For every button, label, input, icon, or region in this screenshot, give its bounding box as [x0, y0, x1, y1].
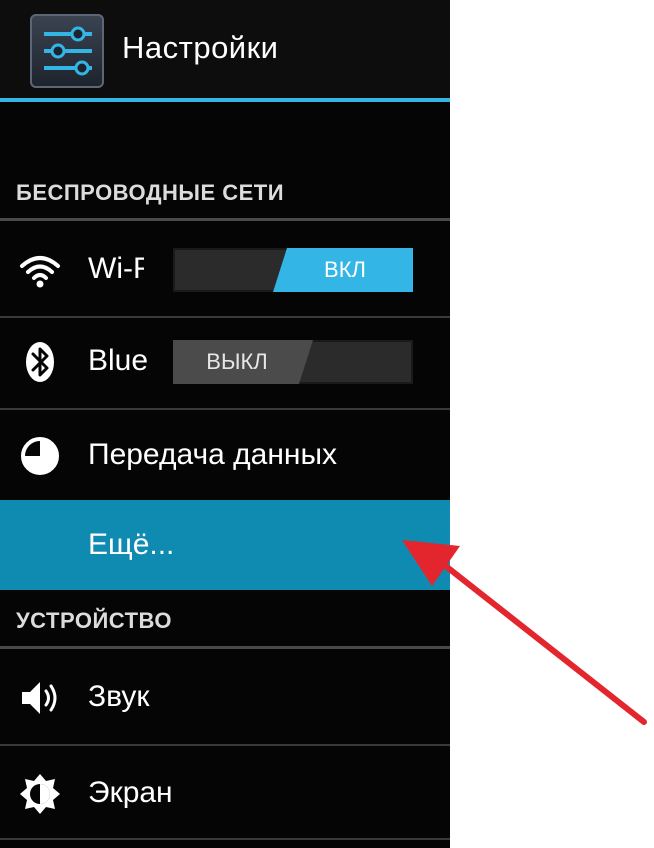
action-bar-divider	[0, 98, 450, 102]
section-header-device: УСТРОЙСТВО	[16, 608, 173, 633]
brightness-icon	[18, 772, 62, 816]
more-label: Ещё...	[88, 528, 175, 561]
section-divider	[0, 218, 450, 221]
divider	[0, 838, 450, 840]
wifi-label: Wi-Fi	[88, 252, 144, 285]
list-item-bluetooth[interactable]: Bluetooth ВЫКЛ	[0, 318, 450, 410]
action-bar: Настройки	[0, 0, 450, 100]
wifi-icon	[18, 248, 62, 292]
section-header-wireless: БЕСПРОВОДНЫЕ СЕТИ	[16, 180, 285, 205]
section-divider	[0, 646, 450, 649]
speaker-icon	[18, 676, 62, 720]
bluetooth-toggle-state: ВЫКЛ	[173, 340, 313, 384]
settings-screen: Настройки БЕСПРОВОДНЫЕ СЕТИ Wi-Fi ВКЛ	[0, 0, 450, 848]
list-item-more[interactable]: Ещё...	[0, 500, 450, 590]
wifi-toggle-state: ВКЛ	[273, 248, 413, 292]
bluetooth-toggle[interactable]: ВЫКЛ	[173, 340, 413, 384]
list-item-data-usage[interactable]: Передача данных	[0, 410, 450, 502]
bluetooth-label: Bluetooth	[88, 344, 148, 377]
list-item-wifi[interactable]: Wi-Fi ВКЛ	[0, 224, 450, 316]
list-item-sound[interactable]: Звук	[0, 652, 450, 744]
sound-label: Звук	[88, 680, 150, 713]
settings-sliders-icon[interactable]	[30, 14, 104, 88]
wifi-toggle[interactable]: ВКЛ	[173, 248, 413, 292]
data-usage-icon	[18, 434, 62, 478]
bluetooth-icon	[18, 340, 62, 384]
page: Настройки БЕСПРОВОДНЫЕ СЕТИ Wi-Fi ВКЛ	[0, 0, 654, 848]
page-title: Настройки	[122, 30, 279, 65]
list-item-display[interactable]: Экран	[0, 746, 450, 838]
data-usage-label: Передача данных	[88, 438, 338, 471]
display-label: Экран	[88, 776, 173, 809]
